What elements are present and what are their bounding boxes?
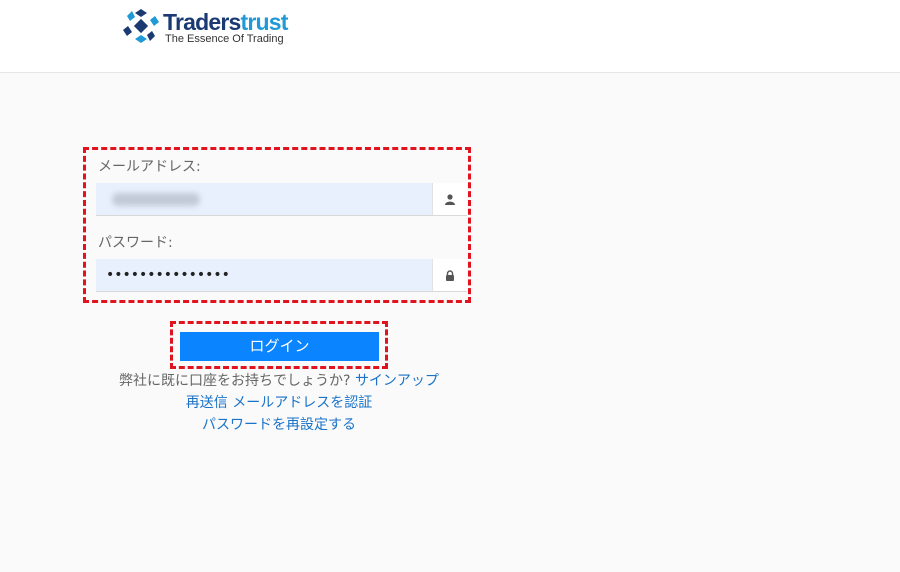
password-label: パスワード: [98, 235, 173, 251]
email-value-blurred [112, 193, 200, 206]
reset-line: パスワードを再設定する [0, 416, 558, 434]
password-input[interactable] [96, 259, 432, 291]
login-button[interactable]: ログイン [180, 332, 379, 361]
lock-icon [446, 269, 454, 281]
login-button-highlight: ログイン [170, 321, 388, 369]
password-icon-addon [432, 259, 467, 291]
signup-link[interactable]: サインアップ [355, 373, 439, 389]
resend-line: 再送信 メールアドレスを認証 [0, 394, 558, 412]
brand-name: Traderstrust [163, 9, 288, 35]
email-icon-addon [432, 183, 467, 215]
brand-name-part1: Traders [163, 9, 241, 35]
login-form-highlight: メールアドレス: パスワード: [83, 147, 471, 303]
email-input-group [96, 183, 467, 216]
reset-password-link[interactable]: パスワードを再設定する [202, 417, 356, 433]
signup-prompt: 弊社に既に口座をお持ちでしょうか? [119, 373, 351, 389]
logo-mark-icon [123, 9, 159, 43]
brand-name-part2: trust [240, 9, 289, 35]
brand-tagline: The Essence Of Trading [165, 33, 284, 45]
email-label: メールアドレス: [98, 159, 201, 175]
password-input-group [96, 259, 467, 292]
resend-verification-link[interactable]: 再送信 メールアドレスを認証 [186, 395, 372, 411]
user-icon [445, 193, 455, 205]
header: Traderstrust The Essence Of Trading [0, 0, 900, 73]
signup-line: 弊社に既に口座をお持ちでしょうか? サインアップ [0, 372, 558, 390]
traderstrust-logo[interactable]: Traderstrust The Essence Of Trading [122, 8, 292, 48]
